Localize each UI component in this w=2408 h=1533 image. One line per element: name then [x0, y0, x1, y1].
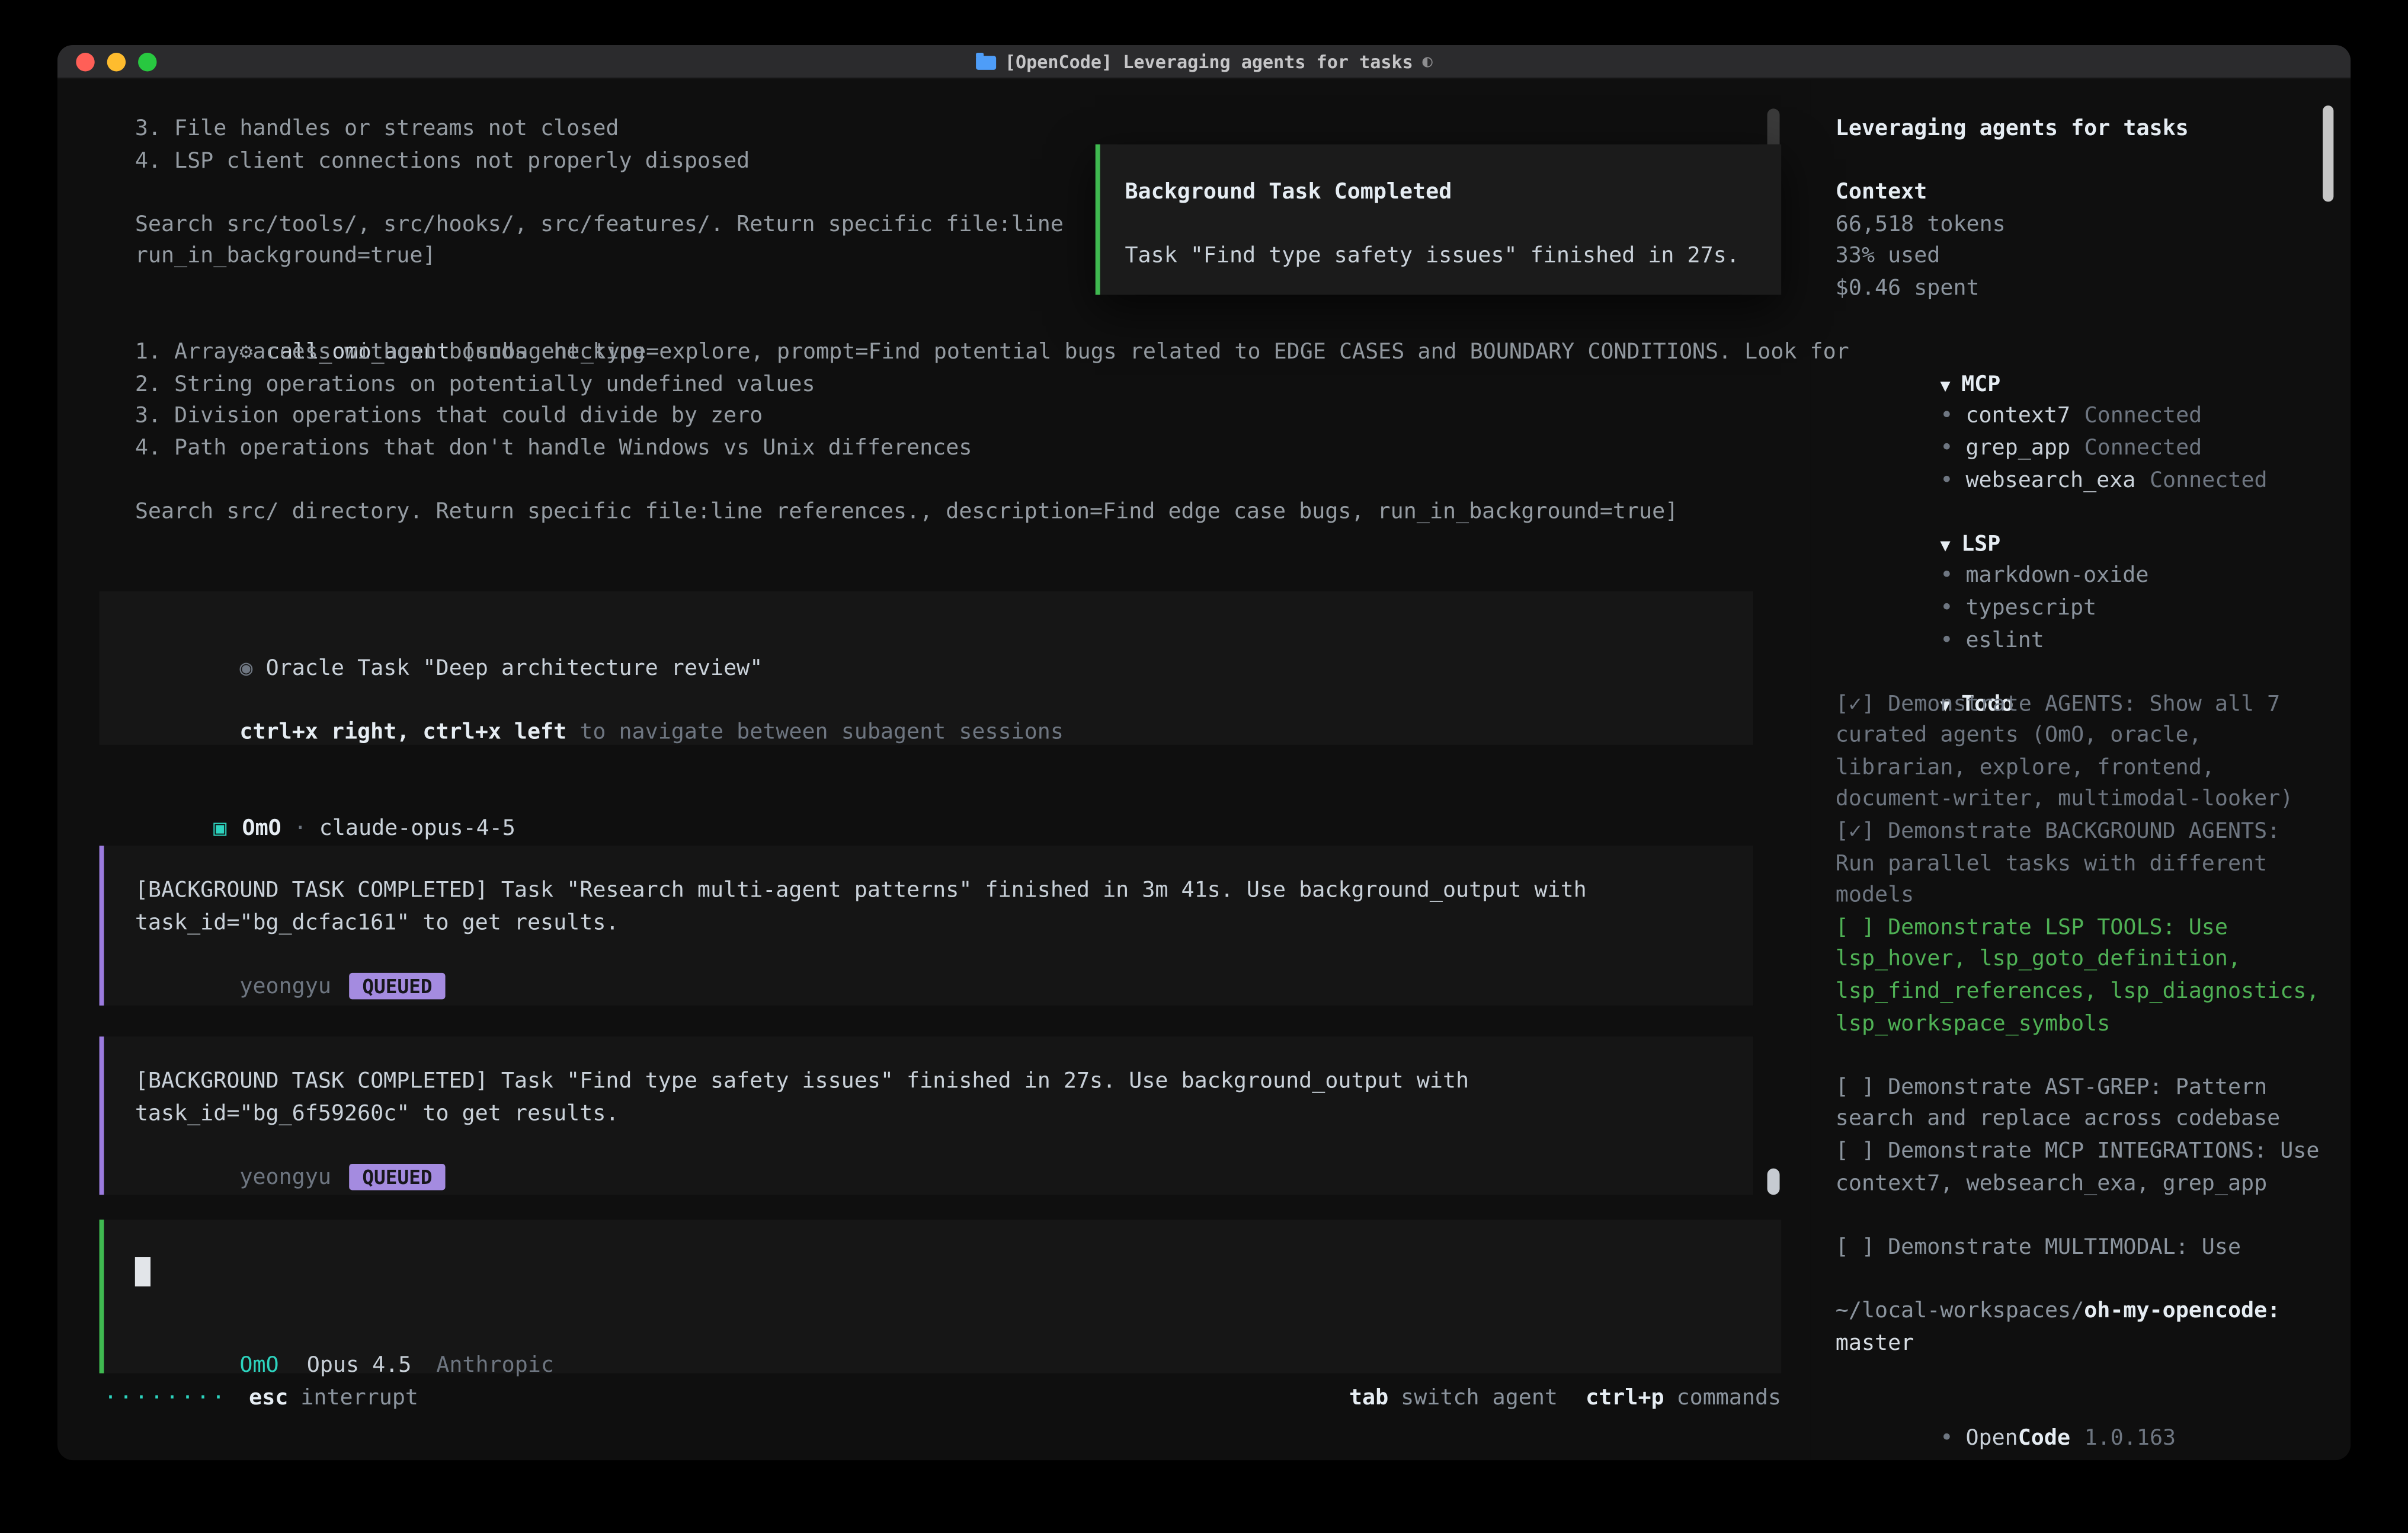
window-title: [OpenCode] Leveraging agents for tasks ◐ — [975, 50, 1433, 72]
task-user: yeongyu — [239, 1165, 331, 1190]
todo-item: [ ] Demonstrate AST-GREP: Pattern search… — [1836, 1072, 2320, 1136]
queued-badge: QUEUED — [350, 974, 444, 1000]
task-line: task_id="bg_dcfac161" to get results. — [135, 907, 1753, 939]
todo-item: [ ] Demonstrate LSP TOOLS: Use lsp_hover… — [1836, 912, 2320, 1040]
queued-badge: QUEUED — [350, 1164, 444, 1191]
terminal-window: [OpenCode] Leveraging agents for tasks ◐… — [57, 45, 2351, 1460]
oracle-task-panel: ◉ Oracle Task "Deep architecture review"… — [100, 591, 1753, 745]
context-header: Context — [1836, 177, 2320, 209]
traffic-lights — [76, 45, 156, 78]
bullet-icon: • — [1940, 468, 1953, 493]
keyhint-interrupt: escinterrupt — [249, 1386, 418, 1411]
git-branch: master — [1836, 1331, 1914, 1356]
agent-square-icon: ▣ — [213, 815, 226, 840]
workspace-path: ~/local-workspaces/oh-my-opencode: maste… — [1836, 1295, 2320, 1359]
tool-args: [subagent_type=explore, prompt=Find pote… — [450, 340, 1849, 365]
subagent-nav-hint: ctrl+x right, ctrl+x left to navigate be… — [135, 684, 1753, 716]
task-line: [BACKGROUND TASK COMPLETED] Task "Resear… — [135, 875, 1753, 907]
context-spent: $0.46 spent — [1836, 273, 2320, 305]
terminal-line: 3. Division operations that could divide… — [135, 401, 1780, 433]
agent-header: ▣OmO·claude-opus-4-5 — [135, 780, 515, 812]
folder-icon — [975, 56, 995, 70]
scrollbar-thumb[interactable] — [1767, 1169, 1780, 1195]
toast-title: Background Task Completed — [1125, 177, 1781, 209]
mcp-status: Connected — [2150, 468, 2268, 493]
terminal-line — [135, 465, 1780, 497]
task-line: [BACKGROUND TASK COMPLETED] Task "Find t… — [135, 1066, 1753, 1098]
half-moon-icon: ◐ — [1423, 51, 1433, 71]
active-model[interactable]: Opus 4.5 — [307, 1353, 412, 1378]
oracle-task-title-line: ◉ Oracle Task "Deep architecture review" — [135, 620, 1753, 652]
active-agent[interactable]: OmO — [239, 1353, 278, 1378]
todo-item: [ ] Demonstrate MCP INTEGRATIONS: Use co… — [1836, 1136, 2320, 1200]
titlebar[interactable]: [OpenCode] Leveraging agents for tasks ◐ — [57, 45, 2351, 79]
sidebar: Leveraging agents for tasks Context 66,5… — [1811, 79, 2351, 1461]
bullet-icon: • — [1940, 628, 1953, 652]
session-title: Leveraging agents for tasks — [1836, 113, 2320, 145]
hint-keys: ctrl+x right, ctrl+x left — [239, 719, 566, 744]
agent-name: OmO — [242, 815, 281, 840]
record-icon: ◉ — [239, 656, 252, 681]
model-provider: Anthropic — [436, 1353, 554, 1378]
minimize-button[interactable] — [107, 52, 126, 71]
background-task-toast: Background Task Completed Task "Find typ… — [1096, 145, 1781, 295]
bullet-icon: • — [1940, 404, 1953, 429]
todo-item: [✓] Demonstrate BACKGROUND AGENTS: Run p… — [1836, 817, 2320, 913]
chevron-down-icon: ▼ — [1940, 375, 1950, 395]
task-footer: yeongyuQUEUED — [135, 939, 1753, 971]
context-tokens: 66,518 tokens — [1836, 209, 2320, 241]
bullet-icon: • — [1940, 564, 1953, 588]
task-message: [BACKGROUND TASK COMPLETED] Task "Find t… — [100, 1036, 1753, 1195]
screen: [OpenCode] Leveraging agents for tasks ◐… — [0, 0, 2408, 1533]
terminal-line: Search src/ directory. Return specific f… — [135, 497, 1780, 529]
bullet-icon: • — [1940, 436, 1953, 461]
close-button[interactable] — [76, 52, 94, 71]
model-row: OmOOpus 4.5Anthropic — [135, 1318, 554, 1350]
spinner-dots: ········ — [104, 1386, 227, 1411]
keyhint-switch-agent: tabswitch agent — [1349, 1386, 1558, 1411]
prompt-input[interactable]: OmOOpus 4.5Anthropic — [100, 1220, 1782, 1373]
todo-item: [ ] Demonstrate MULTIMODAL: Use — [1836, 1232, 2320, 1264]
tool-call-line: ⚙call_omo_agent [subagent_type=explore, … — [135, 305, 1780, 337]
task-user: yeongyu — [239, 974, 331, 999]
task-line: task_id="bg_6f59260c" to get results. — [135, 1098, 1753, 1130]
text-cursor — [135, 1257, 150, 1286]
task-message: [BACKGROUND TASK COMPLETED] Task "Resear… — [100, 846, 1753, 1006]
terminal-line: 4. Path operations that don't handle Win… — [135, 433, 1780, 465]
mcp-status: Connected — [2084, 404, 2202, 429]
terminal-line: 2. String operations on potentially unde… — [135, 369, 1780, 401]
window-title-text: [OpenCode] Leveraging agents for tasks — [1005, 50, 1413, 72]
terminal-line: 3. File handles or streams not closed — [135, 113, 1780, 145]
status-bar: ········ escinterrupt tabswitch agent ct… — [104, 1382, 1781, 1414]
agent-model: claude-opus-4-5 — [319, 815, 515, 840]
todo-item: [✓] Demonstrate AGENTS: Show all 7 curat… — [1836, 689, 2320, 817]
context-used: 33% used — [1836, 241, 2320, 273]
task-footer: yeongyuQUEUED — [135, 1130, 1753, 1162]
toast-body: Task "Find type safety issues" finished … — [1125, 241, 1781, 273]
opencode-version: •OpenCode1.0.163 — [1836, 1391, 2320, 1423]
separator-dot: · — [294, 815, 307, 840]
hint-text: to navigate between subagent sessions — [566, 719, 1064, 744]
mcp-section-header[interactable]: ▼MCP — [1836, 337, 2320, 369]
bullet-icon: • — [1940, 596, 1953, 620]
sidebar-scrollbar-thumb[interactable] — [2323, 105, 2333, 201]
zoom-button[interactable] — [138, 52, 156, 71]
oracle-task-title: Oracle Task "Deep architecture review" — [253, 656, 763, 681]
mcp-status: Connected — [2084, 436, 2202, 461]
keyhint-commands: ctrl+pcommands — [1586, 1386, 1781, 1411]
chevron-down-icon: ▼ — [1940, 535, 1950, 555]
bullet-icon: • — [1940, 1426, 1953, 1451]
